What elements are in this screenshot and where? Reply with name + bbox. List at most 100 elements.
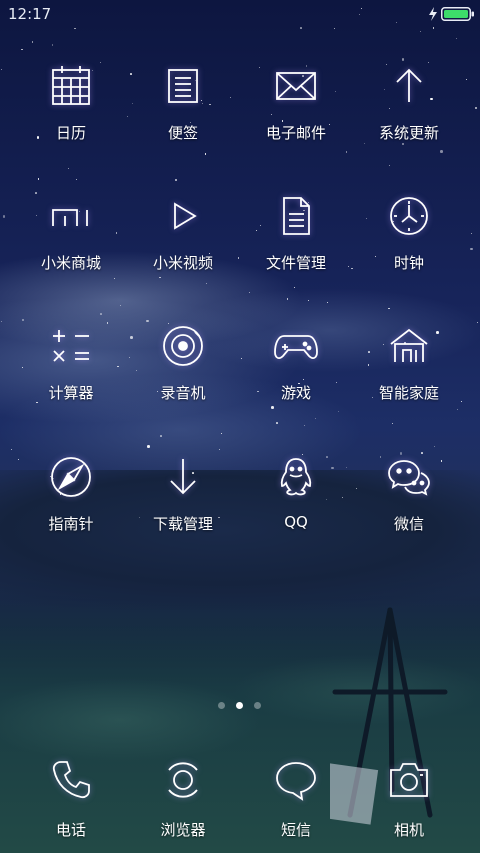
star <box>206 283 208 285</box>
clock-icon <box>390 197 428 235</box>
star <box>10 448 13 451</box>
browser-icon <box>168 762 198 798</box>
notes-icon <box>168 69 198 103</box>
app-calculator[interactable]: 计算器 <box>16 322 126 403</box>
star <box>307 300 309 302</box>
star <box>345 151 348 153</box>
app-label: 微信 <box>393 515 424 533</box>
star <box>21 48 23 51</box>
app-label: 电话 <box>55 821 86 839</box>
app-email[interactable]: 电子邮件 <box>241 62 351 143</box>
dock-app-camera[interactable]: 相机 <box>354 756 464 840</box>
gamepad-icon <box>274 335 318 359</box>
star <box>286 298 289 300</box>
app-label: 日历 <box>55 124 86 142</box>
star <box>120 305 121 307</box>
calendar-icon <box>52 66 90 105</box>
app-compass[interactable]: 指南针 <box>16 453 126 534</box>
app-label: 浏览器 <box>160 821 206 839</box>
app-system-update[interactable]: 系统更新 <box>354 62 464 143</box>
app-label: 游戏 <box>280 384 311 402</box>
app-label: 系统更新 <box>378 124 439 142</box>
app-calendar[interactable]: 日历 <box>16 62 126 143</box>
file-icon <box>283 197 310 235</box>
qq-penguin-icon <box>280 458 312 496</box>
star <box>363 143 365 145</box>
star <box>388 165 390 167</box>
app-clock[interactable]: 时钟 <box>354 192 464 273</box>
star <box>315 418 317 420</box>
page-dot[interactable] <box>218 702 225 709</box>
app-label: 电子邮件 <box>265 124 326 142</box>
star <box>326 302 328 304</box>
app-label: 时钟 <box>393 254 424 272</box>
star <box>465 79 467 81</box>
star <box>276 422 278 424</box>
app-label: 智能家庭 <box>378 384 439 402</box>
compass-icon <box>51 457 91 497</box>
star <box>31 41 34 43</box>
wechat-icon <box>388 460 430 496</box>
star <box>67 168 69 169</box>
app-download-manager[interactable]: 下载管理 <box>128 453 238 534</box>
star <box>470 232 473 235</box>
star <box>419 30 421 32</box>
app-qq[interactable]: QQ <box>241 453 351 531</box>
app-label: 指南针 <box>48 515 94 533</box>
update-arrow-icon <box>396 68 422 102</box>
app-mi-video[interactable]: 小米视频 <box>128 192 238 273</box>
star <box>2 215 6 218</box>
app-notes[interactable]: 便签 <box>128 62 238 143</box>
star <box>440 150 443 153</box>
dock-app-browser[interactable]: 浏览器 <box>128 756 238 840</box>
star <box>433 446 435 448</box>
recorder-icon <box>163 326 203 366</box>
status-bar: 12:17 <box>0 0 480 30</box>
star <box>388 307 390 310</box>
app-file-manager[interactable]: 文件管理 <box>241 192 351 273</box>
star <box>174 178 178 182</box>
star <box>271 406 274 409</box>
star <box>51 44 54 46</box>
dock-app-phone[interactable]: 电话 <box>16 756 126 840</box>
calculator-icon <box>53 330 89 362</box>
status-clock: 12:17 <box>8 5 52 23</box>
app-mi-store[interactable]: 小米商城 <box>16 192 126 273</box>
star <box>249 292 251 293</box>
star <box>159 276 161 278</box>
app-label: 便签 <box>167 124 198 142</box>
star <box>304 424 305 426</box>
app-games[interactable]: 游戏 <box>241 322 351 403</box>
app-recorder[interactable]: 录音机 <box>128 322 238 403</box>
star <box>293 286 295 289</box>
message-bubble-icon <box>276 762 316 801</box>
video-play-icon <box>174 202 197 230</box>
star <box>455 37 457 39</box>
star <box>0 320 3 323</box>
star <box>100 313 102 315</box>
star <box>114 278 116 279</box>
mail-icon <box>276 72 316 100</box>
battery-icon <box>441 7 474 21</box>
star <box>147 445 150 448</box>
app-wechat[interactable]: 微信 <box>354 453 464 534</box>
app-smart-home[interactable]: 智能家庭 <box>354 322 464 403</box>
star <box>76 178 78 180</box>
app-label: 相机 <box>393 821 424 839</box>
star <box>160 435 162 437</box>
star <box>221 432 222 434</box>
page-dot[interactable] <box>254 702 261 709</box>
star <box>0 68 2 70</box>
page-indicator <box>0 702 480 712</box>
star <box>474 106 478 110</box>
star <box>401 58 405 61</box>
app-label: 录音机 <box>160 384 206 402</box>
star <box>218 448 220 450</box>
star <box>204 153 207 155</box>
camera-icon <box>390 763 428 797</box>
page-dot-active[interactable] <box>236 702 243 709</box>
download-icon <box>170 459 196 495</box>
star <box>338 411 340 413</box>
phone-icon <box>52 761 90 799</box>
dock-app-messages[interactable]: 短信 <box>241 756 351 840</box>
